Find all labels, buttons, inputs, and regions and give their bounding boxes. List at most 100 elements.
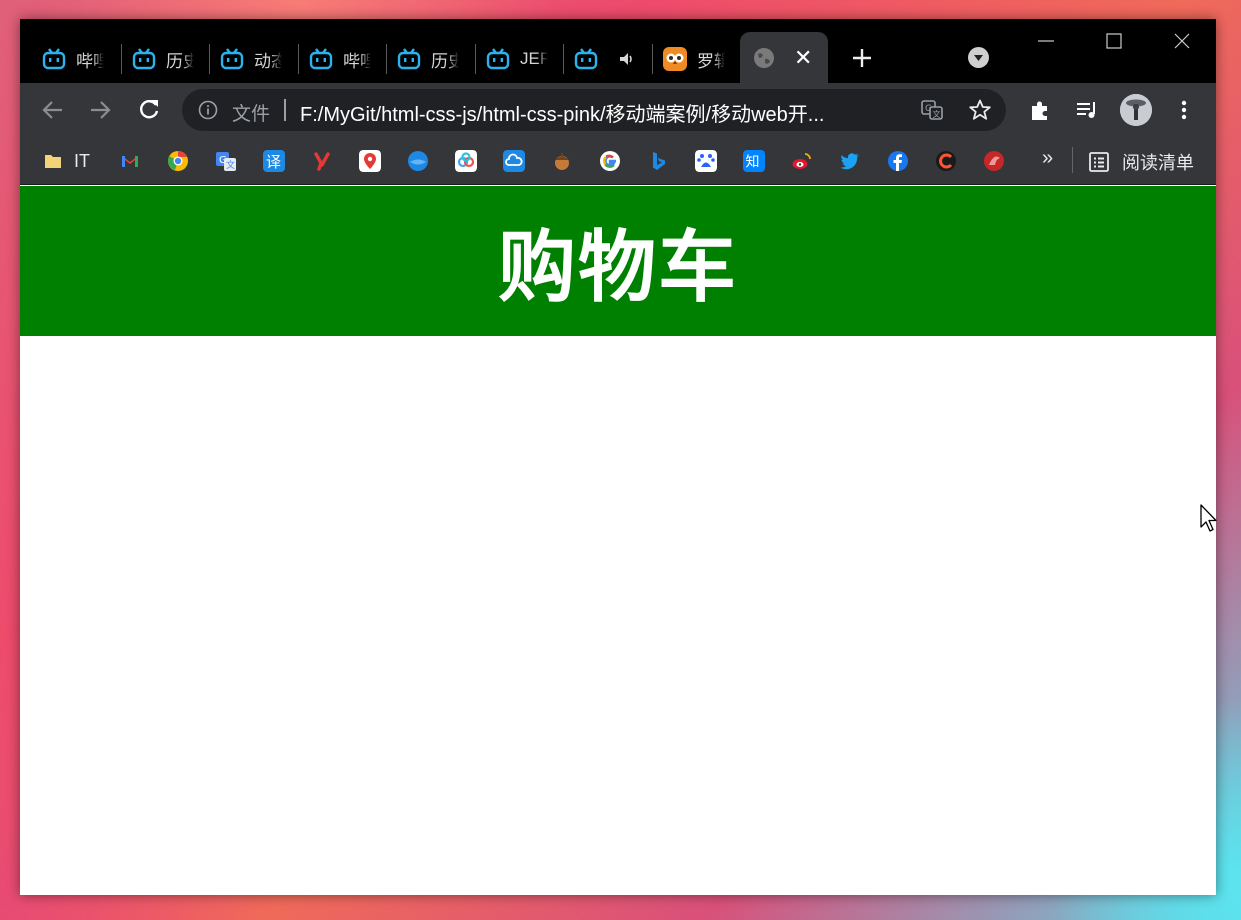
google-translate-icon: G文 (216, 152, 236, 171)
tab-separator (652, 44, 653, 74)
app-red-icon (984, 151, 1004, 171)
maximize-icon[interactable] (1102, 29, 1126, 53)
svg-text:文: 文 (226, 159, 235, 171)
map-pin-icon (359, 150, 381, 172)
divider (1072, 147, 1073, 173)
tab-separator (121, 44, 122, 74)
svg-text:译: 译 (266, 153, 281, 171)
avatar-image (1120, 94, 1152, 126)
tab-title: 哔哩 (343, 51, 371, 71)
cloud-icon (503, 150, 525, 172)
divider (284, 99, 286, 121)
speaker-icon[interactable] (618, 50, 636, 68)
scheme-label: 文件 (232, 104, 271, 125)
tab-title: 历史 (431, 51, 459, 71)
bookmark-zhihu[interactable]: 知 (743, 149, 765, 173)
baidu-netdisk-icon (455, 150, 477, 172)
close-icon[interactable]: ✕ (794, 45, 812, 71)
bookmark-baidu-netdisk[interactable] (455, 149, 477, 173)
bookmark-bing[interactable] (647, 149, 669, 173)
baidu-icon (695, 150, 717, 172)
bookmark-youdao[interactable] (311, 149, 333, 173)
close-window-icon[interactable] (1170, 29, 1194, 53)
bookmark-app-red[interactable] (983, 149, 1005, 173)
tab-3[interactable]: 动态 (212, 42, 282, 76)
tab-separator (298, 44, 299, 74)
tab-5[interactable]: 历史 (389, 42, 459, 76)
owl-icon (663, 47, 687, 71)
bookmarks-bar: IT G文 译 知 » 阅读清单 (20, 137, 1216, 185)
media-control-icon[interactable] (1075, 98, 1099, 122)
bilibili-icon (309, 48, 333, 70)
bookmark-cloud[interactable] (503, 149, 525, 173)
bookmark-gmail[interactable] (119, 149, 141, 173)
zhihu-icon: 知 (743, 150, 765, 172)
bilibili-icon (42, 48, 66, 70)
tab-title: 动态 (254, 51, 282, 71)
bilibili-icon (574, 48, 598, 70)
browser-window: 哔哩 历史 动态 哔哩 历史 JER 罗辑 ✕ 文件 F:/MyGit/html… (20, 19, 1216, 895)
new-tab-button[interactable] (848, 43, 876, 71)
bookmark-facebook[interactable] (887, 149, 909, 173)
bilibili-icon (132, 48, 156, 70)
address-bar[interactable]: 文件 F:/MyGit/html-css-js/html-css-pink/移动… (182, 89, 1006, 131)
tab-active[interactable]: ✕ (740, 32, 828, 83)
minimize-icon[interactable] (1034, 29, 1058, 53)
tab-separator (209, 44, 210, 74)
bookmark-weibo[interactable] (791, 149, 813, 173)
earth-icon (408, 151, 428, 171)
tab-title: 历史 (166, 51, 194, 71)
weibo-icon (792, 153, 811, 169)
bookmark-map-pin[interactable] (359, 149, 381, 173)
tab-2[interactable]: 历史 (124, 42, 194, 76)
gmail-icon (122, 156, 138, 167)
url-text[interactable]: F:/MyGit/html-css-js/html-css-pink/移动端案例… (300, 98, 896, 127)
bookmark-earth[interactable] (407, 149, 429, 173)
chevron-down-icon (974, 55, 983, 61)
tab-separator (475, 44, 476, 74)
reading-list-button[interactable]: 阅读清单 (1088, 149, 1194, 175)
tab-separator (386, 44, 387, 74)
tab-search-button[interactable] (968, 47, 989, 68)
menu-dots-icon[interactable] (1172, 98, 1196, 122)
tab-7[interactable] (566, 42, 636, 76)
bookmark-folder-it[interactable]: IT (42, 149, 90, 173)
back-arrow-icon[interactable] (40, 97, 66, 123)
google-icon (600, 151, 620, 171)
bookmark-translate-yi[interactable]: 译 (263, 149, 285, 173)
translate-icon[interactable]: G文 (920, 98, 944, 122)
bookmark-google[interactable] (599, 149, 621, 173)
bookmark-google-translate[interactable]: G文 (215, 149, 237, 173)
reload-icon[interactable] (136, 97, 162, 123)
tab-8[interactable]: 罗辑 (655, 42, 725, 76)
folder-icon (45, 155, 61, 168)
bookmark-csdn[interactable] (935, 149, 957, 173)
chrome-icon (167, 151, 188, 171)
profile-avatar[interactable] (1120, 94, 1152, 126)
bookmarks-overflow-button[interactable]: » (1042, 147, 1053, 170)
facebook-icon (888, 151, 908, 171)
forward-arrow-icon[interactable] (87, 97, 113, 123)
bookmark-baidu[interactable] (695, 149, 717, 173)
svg-text:文: 文 (933, 109, 941, 119)
youdao-icon (314, 152, 330, 171)
cart-header: 购物车 (20, 186, 1216, 336)
tab-title: JER (520, 49, 548, 68)
globe-icon (754, 47, 774, 68)
bookmark-twitter[interactable] (839, 149, 861, 173)
twitter-icon (840, 153, 859, 170)
plus-icon (853, 49, 871, 67)
tab-4[interactable]: 哔哩 (301, 42, 371, 76)
tab-1[interactable]: 哔哩 (34, 42, 104, 76)
csdn-icon (936, 151, 956, 171)
star-icon[interactable] (968, 98, 992, 122)
bookmark-chrome[interactable] (167, 149, 189, 173)
bookmark-acorn[interactable] (551, 149, 573, 173)
browser-toolbar: 文件 F:/MyGit/html-css-js/html-css-pink/移动… (20, 83, 1216, 137)
bing-icon (653, 152, 665, 170)
tab-title: 罗辑 (697, 51, 725, 71)
tab-6[interactable]: JER (478, 42, 548, 76)
svg-text:知: 知 (746, 154, 760, 171)
info-icon[interactable] (198, 100, 218, 120)
extensions-puzzle-icon[interactable] (1028, 98, 1052, 122)
